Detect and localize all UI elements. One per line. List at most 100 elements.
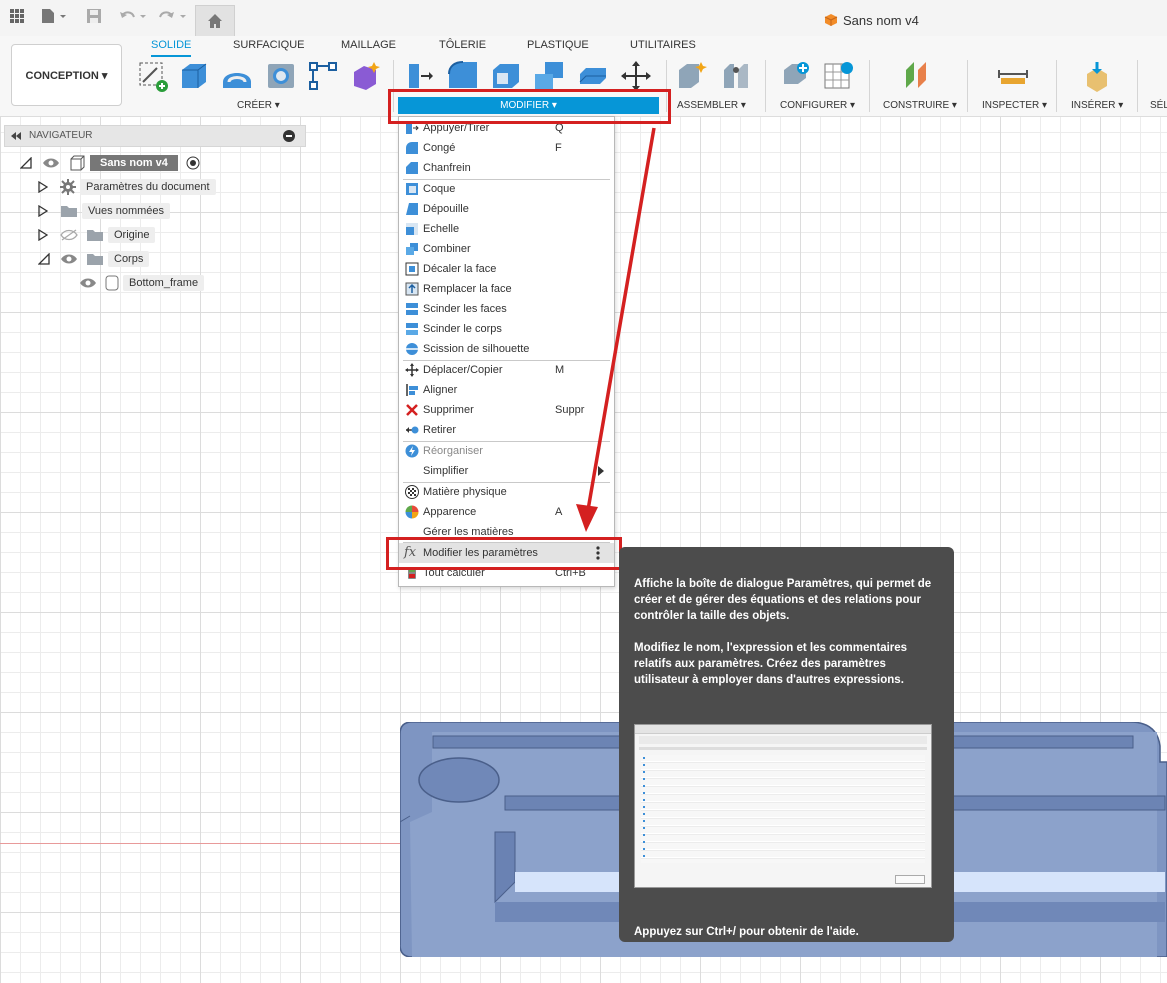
creer-group-label[interactable]: CRÉER ▾ <box>237 100 280 111</box>
split-face-icon <box>406 303 418 315</box>
navigator-item-bodies[interactable]: Corps <box>38 249 150 269</box>
construire-group-label[interactable]: CONSTRUIRE ▾ <box>883 100 957 111</box>
eye-hidden-icon[interactable] <box>60 229 78 241</box>
create-sketch-icon[interactable] <box>137 60 169 92</box>
undo-icon[interactable] <box>118 8 148 24</box>
fillet-icon <box>406 142 418 154</box>
configure-icon[interactable] <box>781 60 813 92</box>
menu-item-label: Echelle <box>423 223 460 235</box>
navigator-item-named-views[interactable]: Vues nommées <box>38 201 171 221</box>
navigator-root-row[interactable]: Sans nom v4 <box>20 153 200 173</box>
file-menu-icon[interactable] <box>40 8 68 24</box>
expand-triangle-icon[interactable] <box>38 181 48 193</box>
configurer-group-label[interactable]: CONFIGURER ▾ <box>780 100 855 111</box>
tooltip-help-hint: Appuyez sur Ctrl+/ pour obtenir de l'aid… <box>634 926 859 938</box>
activate-radio-icon[interactable] <box>186 156 200 170</box>
menu-item-label: Scinder le corps <box>423 323 502 335</box>
collapse-panel-icon[interactable] <box>10 131 22 141</box>
grid-menu-icon[interactable] <box>9 8 25 24</box>
insert-icon[interactable] <box>1081 60 1113 92</box>
offset-face-ribbon-icon[interactable] <box>577 60 609 92</box>
tab-tolerie[interactable]: TÔLERIE <box>439 39 486 51</box>
navigator-item-label: Origine <box>108 227 156 243</box>
gear-icon <box>60 179 76 195</box>
joint-icon[interactable] <box>720 60 752 92</box>
top-bar: Sans nom v4 <box>0 0 1167 37</box>
home-button[interactable] <box>195 5 235 36</box>
menu-item-label: Scission de silhouette <box>423 343 530 355</box>
navigator-item-label: Vues nommées <box>82 203 171 219</box>
delete-icon <box>406 404 418 416</box>
navigator-header: NAVIGATEUR <box>4 125 306 147</box>
navigator-item-document-settings[interactable]: Paramètres du document <box>38 177 216 197</box>
assembler-group-label[interactable]: ASSEMBLER ▾ <box>677 100 746 111</box>
measure-icon[interactable] <box>997 60 1029 92</box>
extrude-icon[interactable] <box>178 60 210 92</box>
expand-triangle-icon[interactable] <box>38 229 48 241</box>
tab-solide[interactable]: SOLIDE <box>151 39 192 57</box>
form-icon[interactable] <box>350 60 382 92</box>
menu-item-label: Matière physique <box>423 486 507 498</box>
menu-item-label: Aligner <box>423 384 458 396</box>
inspecter-group-label[interactable]: INSPECTER ▾ <box>982 100 1047 111</box>
menu-item-label: Remplacer la face <box>423 283 512 295</box>
menu-item-label: Retirer <box>423 424 457 436</box>
menu-item-label: Déplacer/Copier <box>423 364 503 376</box>
folder-icon <box>87 254 103 265</box>
navigator-title: NAVIGATEUR <box>29 130 93 141</box>
navigator-item-origin[interactable]: Origine <box>38 225 156 245</box>
menu-item-shortcut: F <box>555 142 562 154</box>
workspace-label: CONCEPTION ▾ <box>25 69 108 82</box>
menu-item-shortcut: M <box>555 364 565 376</box>
ribbon-separator <box>967 60 968 112</box>
menu-item-shortcut: A <box>555 506 563 518</box>
home-icon <box>208 14 222 28</box>
selection-group-label[interactable]: SÉL <box>1150 100 1167 111</box>
offset-plane-icon[interactable] <box>902 60 934 92</box>
expand-triangle-icon[interactable] <box>38 205 48 217</box>
tab-surfacique[interactable]: SURFACIQUE <box>233 39 305 51</box>
menu-item-label: Scinder les faces <box>423 303 507 315</box>
folder-icon <box>87 230 103 241</box>
collapse-triangle-icon[interactable] <box>20 157 32 169</box>
tab-utilitaires[interactable]: UTILITAIRES <box>630 39 696 51</box>
revolve-icon[interactable] <box>221 60 253 92</box>
inserer-group-label[interactable]: INSÉRER ▾ <box>1071 100 1123 111</box>
eye-icon[interactable] <box>79 277 97 289</box>
workspace-switcher-button[interactable]: CONCEPTION ▾ <box>11 44 122 106</box>
collapse-triangle-icon[interactable] <box>38 253 50 265</box>
menu-item-label: Simplifier <box>423 465 469 477</box>
navigator-item-label: Paramètres du document <box>80 179 216 195</box>
align-icon <box>406 384 418 396</box>
pattern-icon[interactable] <box>307 60 339 92</box>
press-pull-ribbon-icon[interactable] <box>405 60 437 92</box>
minimize-navigator-icon[interactable] <box>283 130 295 142</box>
chamfer-icon <box>406 162 418 174</box>
menu-item-label: Coque <box>423 183 456 195</box>
eye-icon[interactable] <box>42 157 60 169</box>
new-component-icon[interactable] <box>677 60 709 92</box>
shell-ribbon-icon[interactable] <box>490 60 522 92</box>
configuration-table-icon[interactable] <box>823 60 855 92</box>
hole-icon[interactable] <box>265 60 297 92</box>
navigator-item-body-bottom-frame[interactable]: Bottom_frame <box>79 273 205 293</box>
tab-maillage[interactable]: MAILLAGE <box>341 39 396 51</box>
move-icon <box>405 363 419 377</box>
menu-item-label: Supprimer <box>423 404 474 416</box>
component-icon <box>70 155 85 171</box>
ribbon-separator <box>869 60 870 112</box>
save-icon[interactable] <box>86 8 102 24</box>
red-arrow-annotation <box>576 127 656 532</box>
redo-icon[interactable] <box>158 8 188 24</box>
root-component-label[interactable]: Sans nom v4 <box>90 155 178 171</box>
scale-icon <box>406 223 418 235</box>
document-title: Sans nom v4 <box>843 13 919 28</box>
rearrange-icon <box>405 444 419 458</box>
eye-icon[interactable] <box>60 253 78 265</box>
fillet-ribbon-icon[interactable] <box>447 60 479 92</box>
move-ribbon-icon[interactable] <box>620 60 652 92</box>
tooltip-details: Modifiez le nom, l'expression et les com… <box>634 642 908 686</box>
tooltip-dialog-preview-image <box>634 724 932 888</box>
tab-plastique[interactable]: PLASTIQUE <box>527 39 589 51</box>
combine-ribbon-icon[interactable] <box>533 60 565 92</box>
